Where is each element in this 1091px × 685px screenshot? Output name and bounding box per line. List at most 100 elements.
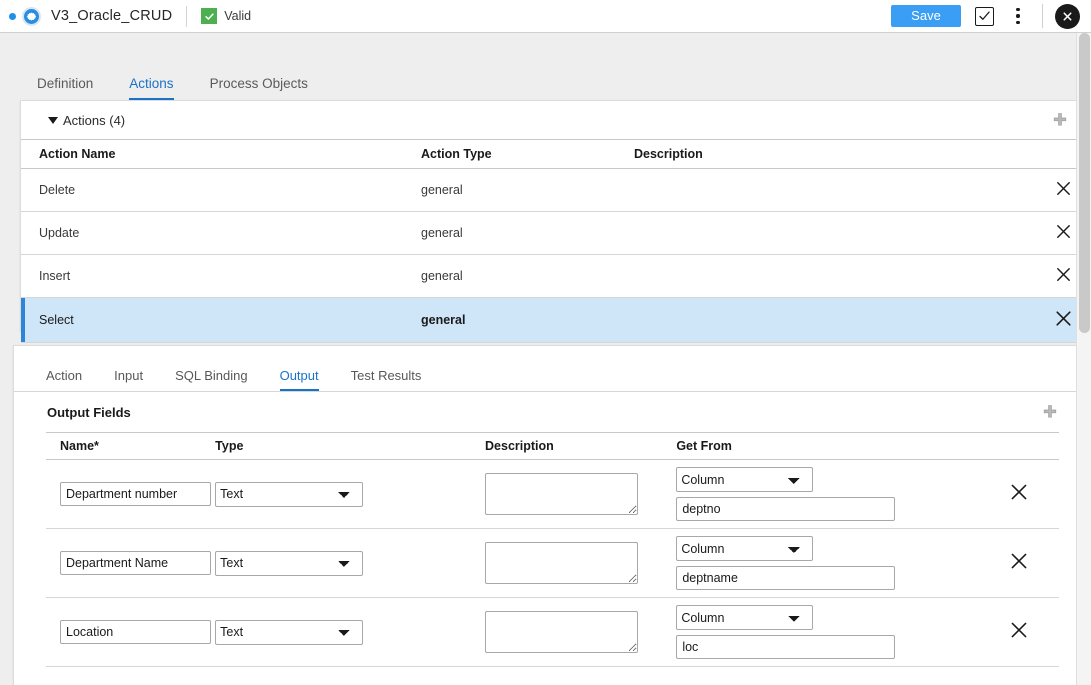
action-type-cell: general bbox=[421, 212, 634, 255]
save-button[interactable]: Save bbox=[891, 5, 961, 27]
remove-cell bbox=[978, 529, 1059, 598]
col-action-type: Action Type bbox=[421, 140, 634, 169]
close-icon[interactable] bbox=[1054, 179, 1073, 201]
tab-output[interactable]: Output bbox=[280, 368, 319, 391]
action-name-cell: Update bbox=[21, 212, 421, 255]
blue-dot-icon bbox=[9, 13, 16, 20]
kebab-menu-icon[interactable] bbox=[1008, 5, 1028, 27]
col-description: Description bbox=[485, 433, 676, 460]
action-description-cell bbox=[634, 169, 1034, 212]
header-divider-2 bbox=[1042, 4, 1043, 28]
scrollbar-thumb[interactable] bbox=[1079, 33, 1090, 333]
get-from-cell: Column bbox=[676, 529, 978, 598]
output-field-type-select[interactable]: Text bbox=[215, 620, 363, 645]
col-remove bbox=[978, 433, 1059, 460]
close-icon[interactable] bbox=[1008, 550, 1030, 577]
gear-icon bbox=[22, 7, 41, 26]
tab-definition[interactable]: Definition bbox=[37, 76, 93, 100]
description-cell bbox=[485, 529, 676, 598]
output-fields-title: Output Fields bbox=[47, 405, 131, 420]
output-field-source-input[interactable] bbox=[676, 566, 895, 590]
table-row[interactable]: Delete general bbox=[21, 169, 1091, 212]
output-field-row: Text Column bbox=[46, 460, 1059, 529]
table-row[interactable]: Update general bbox=[21, 212, 1091, 255]
col-get-from: Get From bbox=[676, 433, 978, 460]
action-description-cell bbox=[634, 255, 1034, 298]
table-row[interactable]: Insert general bbox=[21, 255, 1091, 298]
get-from-cell: Column bbox=[676, 598, 978, 667]
app-header: V3_Oracle_CRUD Valid Save bbox=[0, 0, 1091, 33]
action-description-cell bbox=[634, 212, 1034, 255]
output-field-get-from-select[interactable]: Column bbox=[676, 536, 813, 561]
actions-table-header-row: Action Name Action Type Description bbox=[21, 140, 1091, 169]
action-type-cell: general bbox=[421, 169, 634, 212]
output-field-source-input[interactable] bbox=[676, 635, 895, 659]
output-field-source-input[interactable] bbox=[676, 497, 895, 521]
status-badge-label: Valid bbox=[224, 9, 251, 23]
close-icon[interactable] bbox=[1054, 222, 1073, 244]
action-type-cell: general bbox=[421, 255, 634, 298]
tab-sql-binding[interactable]: SQL Binding bbox=[175, 368, 248, 391]
close-icon[interactable] bbox=[1053, 308, 1074, 332]
action-description-cell bbox=[634, 298, 1034, 343]
close-icon[interactable] bbox=[1054, 265, 1073, 287]
output-field-get-from-select[interactable]: Column bbox=[676, 605, 813, 630]
tab-actions[interactable]: Actions bbox=[129, 76, 173, 100]
output-fields-header: Output Fields bbox=[14, 392, 1091, 432]
main-tab-bar: Definition Actions Process Objects bbox=[0, 33, 1091, 100]
name-cell bbox=[46, 460, 215, 529]
output-field-name-input[interactable] bbox=[60, 482, 211, 506]
table-row-selected[interactable]: Select general bbox=[21, 298, 1091, 343]
actions-table: Action Name Action Type Description Dele… bbox=[21, 139, 1091, 343]
action-type-cell: general bbox=[421, 298, 634, 343]
action-name-cell: Select bbox=[21, 298, 421, 343]
action-name-cell: Delete bbox=[21, 169, 421, 212]
output-field-type-select[interactable]: Text bbox=[215, 551, 363, 576]
close-icon[interactable] bbox=[1008, 481, 1030, 508]
description-cell bbox=[485, 460, 676, 529]
output-field-row: Text Column bbox=[46, 529, 1059, 598]
header-divider bbox=[186, 6, 187, 27]
col-action-description: Description bbox=[634, 140, 1034, 169]
output-field-description-textarea[interactable] bbox=[485, 611, 638, 653]
output-detail-panel: Action Input SQL Binding Output Test Res… bbox=[13, 345, 1091, 685]
name-cell bbox=[46, 529, 215, 598]
tab-test-results[interactable]: Test Results bbox=[351, 368, 422, 391]
validate-checkbox-icon[interactable] bbox=[975, 7, 994, 26]
close-icon[interactable] bbox=[1008, 619, 1030, 646]
add-output-field-button[interactable] bbox=[1041, 403, 1059, 421]
close-icon[interactable] bbox=[1055, 4, 1080, 29]
col-action-name: Action Name bbox=[21, 140, 421, 169]
get-from-cell: Column bbox=[676, 460, 978, 529]
type-cell: Text bbox=[215, 598, 485, 667]
type-cell: Text bbox=[215, 529, 485, 598]
output-field-description-textarea[interactable] bbox=[485, 542, 638, 584]
type-cell: Text bbox=[215, 460, 485, 529]
output-field-description-textarea[interactable] bbox=[485, 473, 638, 515]
output-field-name-input[interactable] bbox=[60, 620, 211, 644]
output-field-row: Text Column bbox=[46, 598, 1059, 667]
output-fields-header-row: Name* Type Description Get From bbox=[46, 433, 1059, 460]
checkmark-icon bbox=[201, 8, 217, 24]
output-field-get-from-select[interactable]: Column bbox=[676, 467, 813, 492]
output-field-name-input[interactable] bbox=[60, 551, 211, 575]
description-cell bbox=[485, 598, 676, 667]
output-field-type-select[interactable]: Text bbox=[215, 482, 363, 507]
tab-action[interactable]: Action bbox=[46, 368, 82, 391]
actions-section-header: Actions (4) bbox=[21, 101, 1091, 139]
header-actions: Save bbox=[891, 0, 1091, 32]
detail-tab-bar: Action Input SQL Binding Output Test Res… bbox=[14, 346, 1091, 392]
col-type: Type bbox=[215, 433, 485, 460]
remove-cell bbox=[978, 460, 1059, 529]
tab-input[interactable]: Input bbox=[114, 368, 143, 391]
actions-section-title: Actions (4) bbox=[63, 113, 125, 128]
tab-process-objects[interactable]: Process Objects bbox=[210, 76, 308, 100]
vertical-scrollbar[interactable] bbox=[1076, 33, 1091, 685]
add-action-button[interactable] bbox=[1051, 111, 1069, 129]
collapse-caret-icon[interactable] bbox=[48, 117, 58, 124]
action-name-cell: Insert bbox=[21, 255, 421, 298]
output-fields-table: Name* Type Description Get From Text bbox=[46, 432, 1059, 667]
document-title: V3_Oracle_CRUD bbox=[51, 8, 172, 24]
status-badge: Valid bbox=[201, 8, 251, 24]
col-name: Name* bbox=[46, 433, 215, 460]
